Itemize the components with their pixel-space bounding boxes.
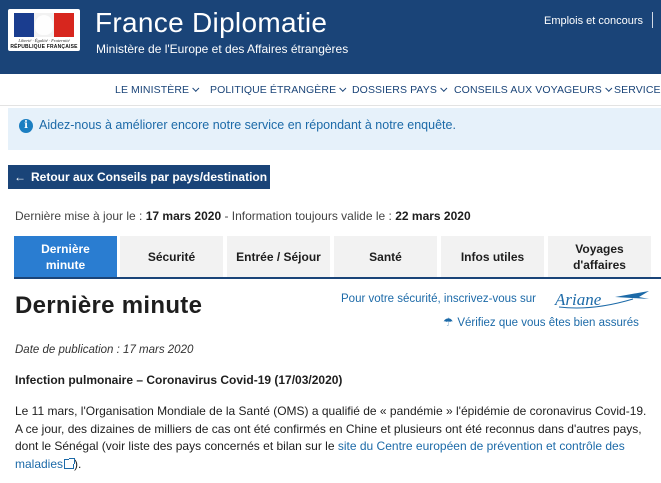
- external-link-icon: [64, 457, 76, 469]
- update-date: 17 mars 2020: [145, 209, 222, 223]
- tab-voyages-affaires[interactable]: Voyages d'affaires: [548, 236, 651, 277]
- nav-item-dossiers[interactable]: DOSSIERS PAYS: [352, 84, 448, 96]
- umbrella-icon: ☂: [443, 317, 454, 329]
- info-icon: i: [19, 119, 33, 133]
- nav-item-conseils[interactable]: CONSEILS AUX VOYAGEURS: [454, 84, 613, 96]
- plane-icon: [615, 291, 649, 299]
- nav-item-ministere[interactable]: LE MINISTÈRE: [115, 84, 200, 96]
- tab-derniere-minute[interactable]: Dernière minute: [14, 236, 117, 277]
- logo-text: RÉPUBLIQUE FRANÇAISE: [10, 44, 78, 50]
- tab-entree-sejour[interactable]: Entrée / Séjour: [227, 236, 330, 277]
- arrow-left-icon: ←: [14, 170, 26, 184]
- page-title: Dernière minute: [15, 292, 203, 319]
- marianne-icon: [35, 15, 53, 35]
- ariane-logo-icon[interactable]: Ariane: [553, 287, 653, 311]
- jobs-link[interactable]: Emplois et concours: [544, 15, 643, 27]
- chevron-down-icon: [339, 84, 347, 92]
- site-header: Liberté · Égalité · Fraternité RÉPUBLIQU…: [0, 0, 661, 74]
- logo-motto: Liberté · Égalité · Fraternité: [18, 38, 70, 43]
- article-paragraph: Le 11 mars, l'Organisation Mondiale de l…: [15, 404, 647, 471]
- header-divider: [652, 12, 653, 28]
- publication-date: Date de publication : 17 mars 2020: [15, 344, 194, 356]
- ariane-logo-text: Ariane: [554, 290, 602, 309]
- tab-infos-utiles[interactable]: Infos utiles: [441, 236, 544, 277]
- nav-item-services[interactable]: SERVICES: [614, 84, 661, 96]
- survey-link[interactable]: Aidez-nous à améliorer encore notre serv…: [39, 118, 456, 132]
- chevron-down-icon: [605, 84, 613, 92]
- nav-item-politique[interactable]: POLITIQUE ÉTRANGÈRE: [210, 84, 347, 96]
- main-nav: LE MINISTÈRE POLITIQUE ÉTRANGÈRE DOSSIER…: [0, 74, 661, 106]
- republique-francaise-logo[interactable]: Liberté · Égalité · Fraternité RÉPUBLIQU…: [8, 9, 80, 51]
- tab-sante[interactable]: Santé: [334, 236, 437, 277]
- ariane-register-link[interactable]: Pour votre sécurité, inscrivez-vous sur: [341, 293, 536, 305]
- chevron-down-icon: [192, 84, 200, 92]
- back-to-advice-button[interactable]: ← Retour aux Conseils par pays/destinatio…: [8, 165, 270, 189]
- tab-securite[interactable]: Sécurité: [120, 236, 223, 277]
- insurance-link[interactable]: ☂ Vérifiez que vous êtes bien assurés: [443, 315, 639, 329]
- advice-tabs: Dernière minute Sécurité Entrée / Séjour…: [14, 236, 661, 279]
- site-title[interactable]: France Diplomatie: [95, 7, 327, 39]
- chevron-down-icon: [440, 84, 448, 92]
- survey-banner: i Aidez-nous à améliorer encore notre se…: [8, 108, 661, 150]
- article-subtitle: Infection pulmonaire – Coronavirus Covid…: [15, 373, 343, 387]
- site-subtitle: Ministère de l'Europe et des Affaires ét…: [96, 42, 349, 56]
- valid-date: 22 mars 2020: [395, 209, 471, 223]
- update-info: Dernière mise à jour le : 17 mars 2020 -…: [15, 209, 471, 223]
